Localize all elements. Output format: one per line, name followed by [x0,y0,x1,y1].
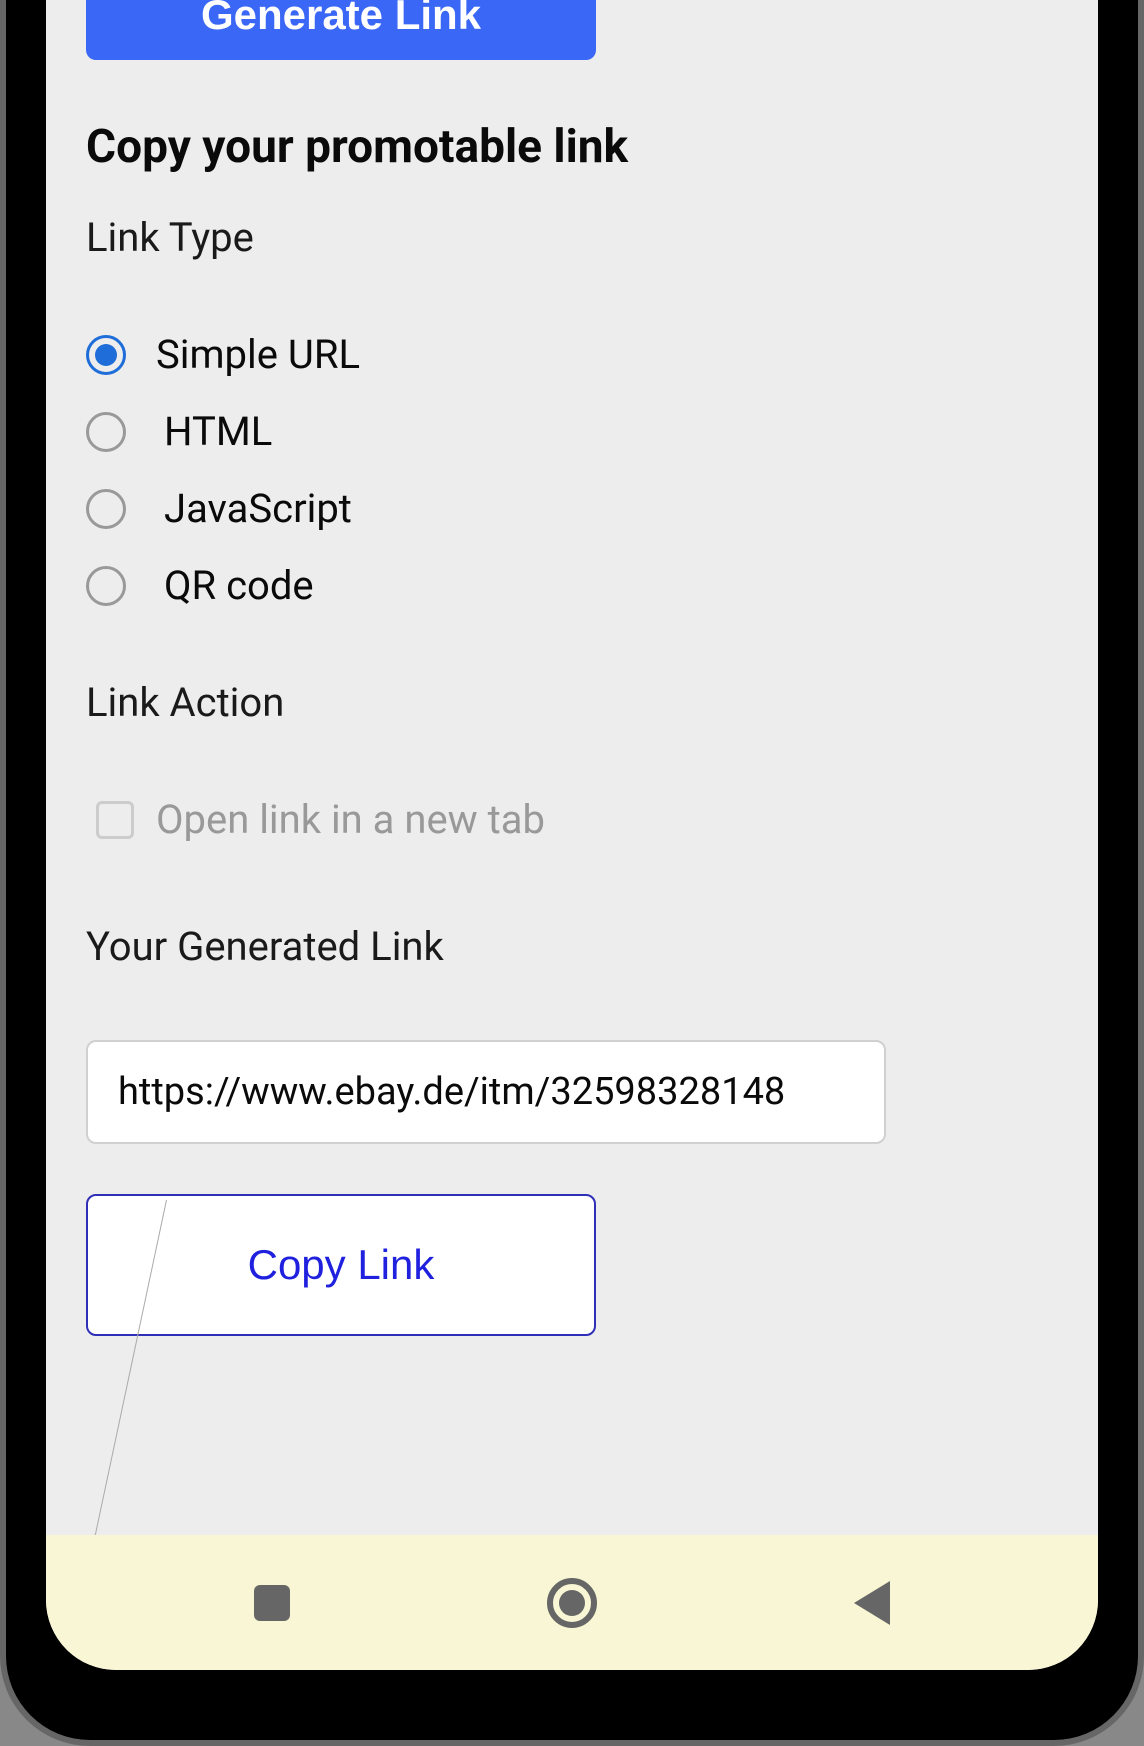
device-screen: Generate Link Copy your promotable link … [46,0,1098,1670]
generated-link-input[interactable]: https://www.ebay.de/itm/32598328148 [86,1040,886,1144]
back-button[interactable] [854,1581,890,1625]
device-frame: Generate Link Copy your promotable link … [0,0,1144,1746]
radio-simple-url[interactable]: Simple URL [86,331,1058,378]
android-nav-bar [46,1535,1098,1670]
generated-link-label: Your Generated Link [86,923,1058,970]
home-button[interactable] [547,1578,597,1628]
radio-qr-code[interactable]: QR code [86,562,1058,609]
radio-icon [86,566,126,606]
triangle-icon [854,1581,890,1625]
copy-link-button[interactable]: Copy Link [86,1194,596,1336]
checkbox-label: Open link in a new tab [156,796,545,843]
radio-javascript[interactable]: JavaScript [86,485,1058,532]
link-type-radio-group: Simple URL HTML JavaScript QR code [86,331,1058,609]
link-action-label: Link Action [86,679,1058,726]
open-new-tab-checkbox[interactable]: Open link in a new tab [86,796,1058,843]
radio-label: QR code [164,562,314,609]
radio-icon [86,489,126,529]
radio-label: Simple URL [156,331,360,378]
checkbox-icon [96,801,134,839]
radio-label: JavaScript [164,485,352,532]
link-type-label: Link Type [86,214,1058,261]
content-area: Generate Link Copy your promotable link … [46,0,1098,1336]
radio-label: HTML [164,408,272,455]
radio-icon [86,412,126,452]
radio-icon [86,335,126,375]
circle-icon [547,1578,597,1628]
radio-html[interactable]: HTML [86,408,1058,455]
section-title: Copy your promotable link [86,120,1058,174]
generate-link-button[interactable]: Generate Link [86,0,596,60]
square-icon [254,1585,290,1621]
recent-apps-button[interactable] [254,1585,290,1621]
